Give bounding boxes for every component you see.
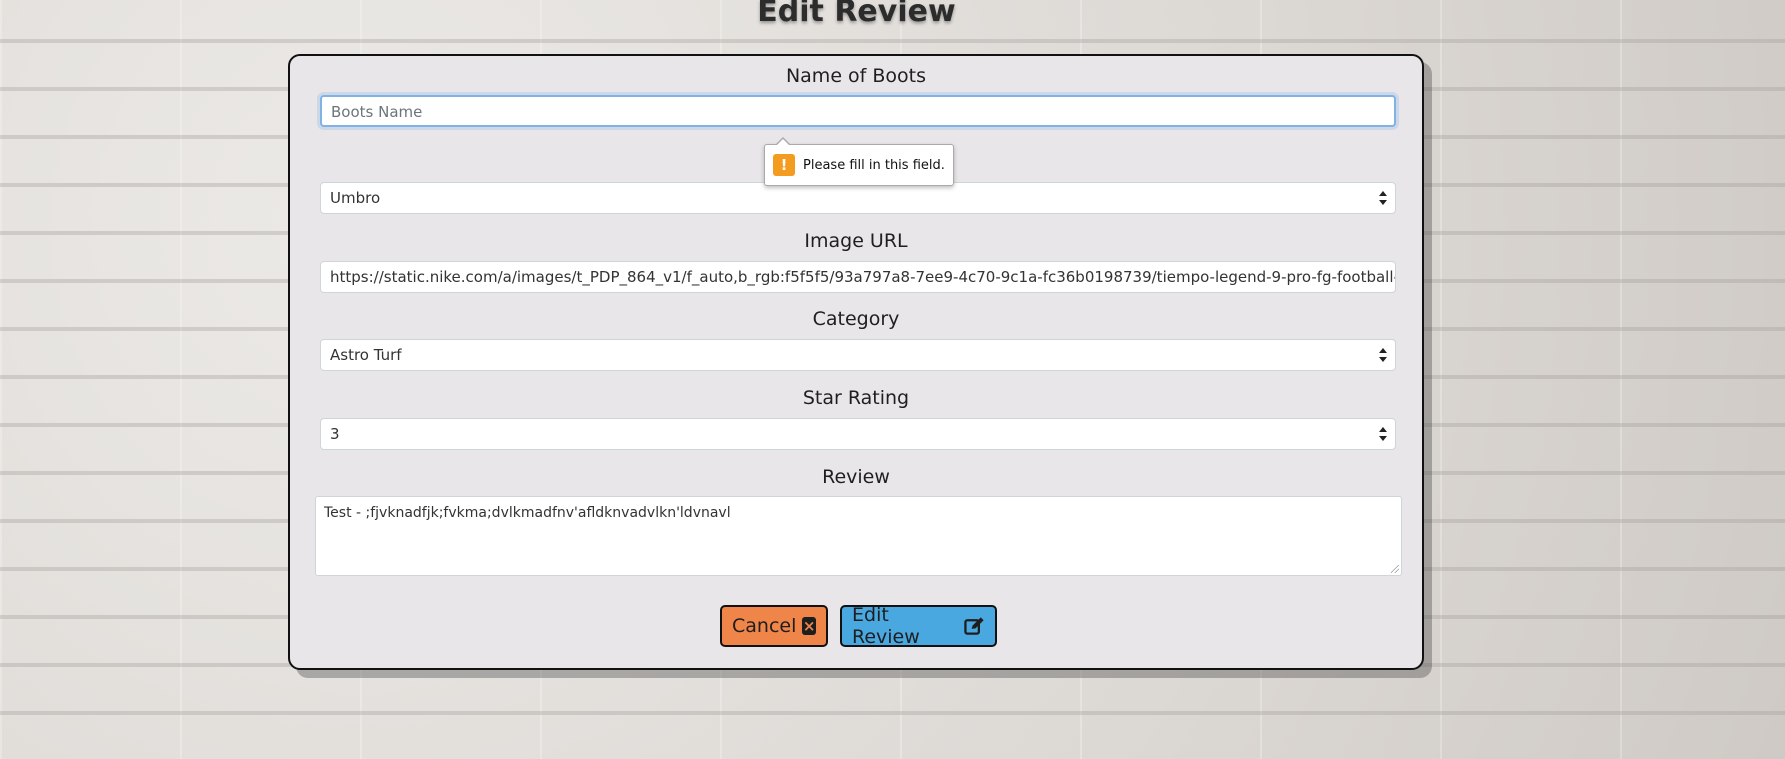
cancel-button[interactable]: Cancel × <box>720 605 828 647</box>
resize-handle-icon[interactable] <box>1391 565 1399 573</box>
star-rating-selected-value: 3 <box>330 425 340 443</box>
edit-review-button[interactable]: Edit Review <box>840 604 997 648</box>
page-title: Edit Review <box>757 0 956 29</box>
warning-icon: ! <box>773 154 795 176</box>
image-url-value: https://static.nike.com/a/images/t_PDP_8… <box>330 268 1396 286</box>
boots-name-label: Name of Boots <box>785 65 927 87</box>
image-url-input[interactable]: https://static.nike.com/a/images/t_PDP_8… <box>320 261 1396 293</box>
brand-select[interactable]: Umbro <box>320 182 1396 214</box>
validation-message: Please fill in this field. <box>803 157 945 173</box>
validation-tooltip: ! Please fill in this field. <box>764 137 954 186</box>
review-text: Test - ;fjvknadfjk;fvkma;dvlkmadfnv'afld… <box>324 505 731 521</box>
category-label: Category <box>812 308 900 330</box>
category-selected-value: Astro Turf <box>330 346 402 364</box>
star-rating-label: Star Rating <box>802 387 910 409</box>
edit-review-form: Name of Boots Boots Name ! Please fill i… <box>288 54 1424 670</box>
select-arrows-icon <box>1379 348 1387 362</box>
close-square-icon: × <box>802 617 816 635</box>
image-url-label: Image URL <box>804 230 908 252</box>
review-textarea[interactable]: Test - ;fjvknadfjk;fvkma;dvlkmadfnv'afld… <box>315 496 1402 576</box>
edit-review-label: Edit Review <box>852 604 920 648</box>
brand-selected-value: Umbro <box>330 189 381 207</box>
select-arrows-icon <box>1379 427 1387 441</box>
star-rating-select[interactable]: 3 <box>320 418 1396 450</box>
select-arrows-icon <box>1379 191 1387 205</box>
edit-icon <box>964 617 984 635</box>
boots-name-input[interactable]: Boots Name <box>320 95 1396 127</box>
cancel-label: Cancel <box>732 615 797 637</box>
boots-name-placeholder: Boots Name <box>331 103 423 121</box>
review-label: Review <box>822 466 890 488</box>
category-select[interactable]: Astro Turf <box>320 339 1396 371</box>
